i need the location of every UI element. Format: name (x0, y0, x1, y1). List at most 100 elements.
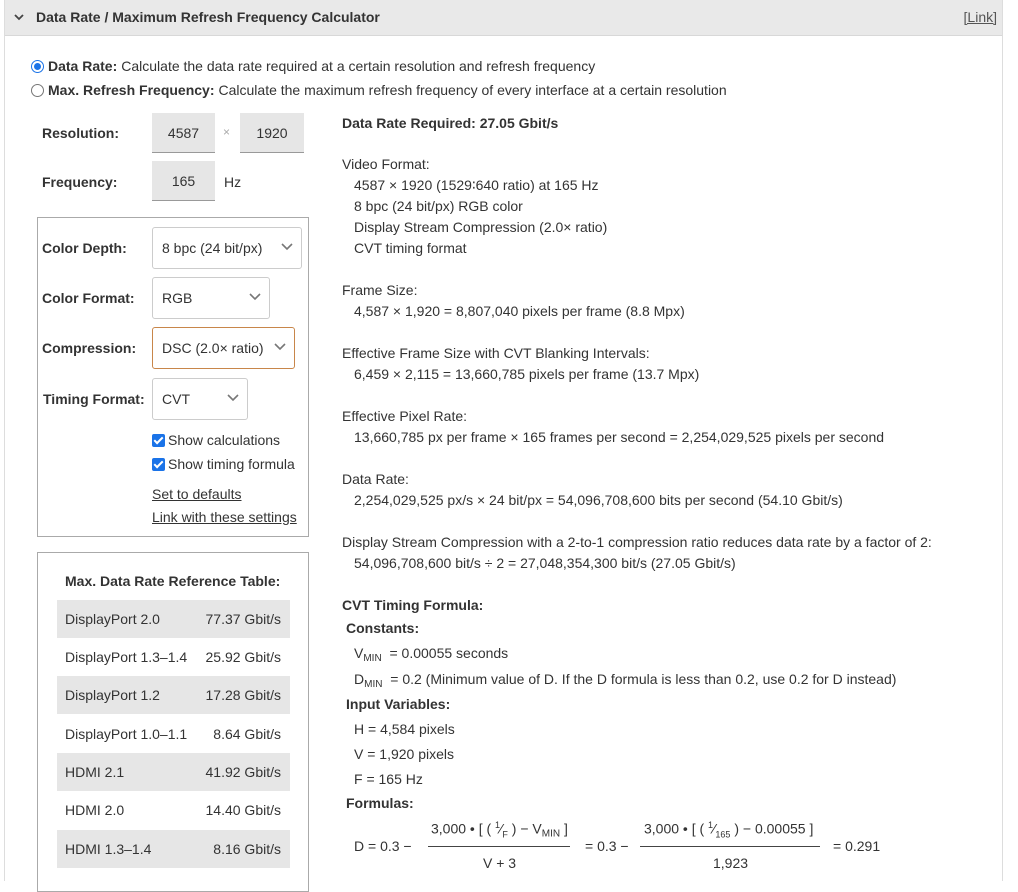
interface-rate: 8.16 Gbit/s (213, 841, 281, 857)
times-sign: × (223, 125, 231, 139)
interface-rate: 14.40 Gbit/s (205, 802, 282, 818)
table-row: HDMI 1.3–1.4 8.16 Gbit/s (57, 830, 290, 868)
numerator-text: ) − V (507, 820, 542, 837)
d-formula-denominator-2: 1,923 (713, 855, 749, 871)
set-defaults-link[interactable]: Set to defaults (152, 486, 242, 502)
formulas-label: Formulas: (346, 795, 414, 811)
checkbox-checked-icon[interactable] (152, 433, 165, 447)
data-rate-required: Data Rate Required: 27.05 Gbit/s (342, 115, 559, 131)
video-format-line: 4587 × 1920 (1529∶640 ratio) at 165 Hz (354, 177, 599, 193)
show-timing-formula-checkbox[interactable]: Show timing formula (152, 455, 295, 473)
mode-data-rate-label: Data Rate: (48, 58, 118, 74)
numerator-text: 165 (715, 829, 731, 840)
interface-rate: 8.64 Gbit/s (213, 726, 281, 742)
constants-label: Constants: (346, 620, 420, 636)
d-formula-numerator: 3,000 • [ ( 1⁄F ) − VMIN ] (431, 820, 568, 840)
d-formula-result: = 0.291 (833, 838, 881, 854)
mode-data-rate-desc: Calculate the data rate required at a ce… (121, 58, 596, 74)
h-variable: H = 4,584 pixels (354, 721, 455, 737)
effective-frame-label: Effective Frame Size with CVT Blanking I… (342, 345, 650, 361)
color-depth-label: Color Depth: (42, 240, 127, 256)
chevron-down-icon (249, 293, 261, 301)
mode-max-refresh[interactable]: Max. Refresh Frequency: Calculate the ma… (31, 80, 727, 100)
width-input[interactable]: 4587 (152, 113, 215, 153)
checkbox-checked-icon[interactable] (152, 457, 165, 471)
video-format-line: 8 bpc (24 bit/px) RGB color (354, 198, 523, 214)
color-format-label: Color Format: (42, 290, 135, 306)
mode-max-refresh-desc: Calculate the maximum refresh frequency … (218, 82, 727, 98)
interface-rate: 77.37 Gbit/s (205, 611, 282, 627)
dsc-label: Display Stream Compression with a 2-to-1… (342, 534, 932, 550)
link-settings-link[interactable]: Link with these settings (152, 509, 297, 525)
compression-select[interactable]: DSC (2.0× ratio) (152, 327, 295, 369)
table-row: DisplayPort 1.0–1.1 8.64 Gbit/s (57, 715, 290, 753)
timing-format-select[interactable]: CVT (152, 378, 248, 420)
cvt-formula-title: CVT Timing Formula: (342, 597, 484, 613)
interface-name: DisplayPort 1.0–1.1 (65, 726, 188, 742)
chevron-down-icon[interactable] (12, 10, 26, 24)
show-timing-formula-label: Show timing formula (168, 456, 295, 472)
numerator-text: ) − 0.00055 ] (730, 820, 814, 837)
color-format-select[interactable]: RGB (152, 277, 270, 319)
interface-rate: 17.28 Gbit/s (205, 687, 282, 703)
frequency-label: Frequency: (42, 174, 118, 190)
reference-table-box: Max. Data Rate Reference Table: DisplayP… (37, 552, 309, 892)
fraction-line (428, 846, 570, 847)
timing-format-label: Timing Format: (43, 391, 145, 407)
compression-value: DSC (2.0× ratio) (162, 340, 264, 356)
chevron-down-icon (281, 243, 293, 251)
interface-name: HDMI 2.0 (65, 802, 125, 818)
show-calculations-label: Show calculations (168, 432, 281, 448)
pixel-rate-value: 13,660,785 px per frame × 165 frames per… (354, 429, 885, 445)
color-format-value: RGB (162, 290, 193, 306)
d-formula-denominator: V + 3 (483, 855, 517, 871)
radio-max-refresh[interactable] (31, 83, 44, 97)
panel-title: Data Rate / Maximum Refresh Frequency Ca… (36, 9, 380, 25)
d-formula-lhs: D = 0.3 − (354, 838, 412, 854)
fraction-line (640, 846, 820, 847)
frequency-unit: Hz (224, 174, 242, 190)
interface-name: DisplayPort 2.0 (65, 611, 160, 627)
dmin-symbol: D (354, 671, 365, 687)
height-input[interactable]: 1920 (240, 113, 304, 153)
frequency-input[interactable]: 165 (152, 161, 215, 201)
numerator-text: ] (560, 820, 568, 837)
table-row: HDMI 2.0 14.40 Gbit/s (57, 791, 290, 829)
reference-table-title: Max. Data Rate Reference Table: (65, 573, 281, 589)
video-format-line: Display Stream Compression (2.0× ratio) (354, 219, 608, 235)
chevron-down-icon (227, 394, 239, 402)
panel-header[interactable]: Data Rate / Maximum Refresh Frequency Ca… (5, 0, 1002, 36)
color-depth-select[interactable]: 8 bpc (24 bit/px) (152, 227, 302, 269)
table-row: DisplayPort 1.2 17.28 Gbit/s (57, 676, 290, 714)
effective-frame-value: 6,459 × 2,115 = 13,660,785 pixels per fr… (354, 366, 700, 382)
input-variables-label: Input Variables: (346, 696, 451, 712)
dmin-value: = 0.2 (Minimum value of D. If the D form… (390, 671, 897, 687)
permalink[interactable]: [Link] (964, 9, 997, 25)
d-formula-mid: = 0.3 − (585, 838, 629, 854)
d-formula-numerator-2: 3,000 • [ ( 1⁄165 ) − 0.00055 ] (644, 820, 813, 839)
v-variable: V = 1,920 pixels (354, 746, 455, 762)
numerator-text: 3,000 • [ ( (431, 820, 496, 837)
vmin-constant: VMIN = 0.00055 seconds (354, 645, 508, 664)
vmin-symbol: V (354, 645, 364, 661)
video-format-label: Video Format: (342, 156, 430, 172)
show-calculations-checkbox[interactable]: Show calculations (152, 431, 280, 449)
mode-data-rate[interactable]: Data Rate: Calculate the data rate requi… (31, 56, 595, 76)
interface-name: HDMI 2.1 (65, 764, 125, 780)
interface-rate: 25.92 Gbit/s (205, 649, 282, 665)
numerator-text: 3,000 • [ ( (644, 820, 709, 837)
numerator-subscript: MIN (541, 828, 561, 840)
mode-max-refresh-label: Max. Refresh Frequency: (48, 82, 215, 98)
data-rate-label: Data Rate: (342, 471, 409, 487)
frame-size-label: Frame Size: (342, 282, 418, 298)
interface-name: DisplayPort 1.3–1.4 (65, 649, 188, 665)
table-row: HDMI 2.1 41.92 Gbit/s (57, 753, 290, 791)
interface-rate: 41.92 Gbit/s (205, 764, 282, 780)
video-format-line: CVT timing format (354, 240, 467, 256)
timing-format-value: CVT (162, 391, 190, 407)
vmin-subscript: MIN (363, 653, 382, 664)
interface-name: HDMI 1.3–1.4 (65, 841, 152, 857)
color-depth-value: 8 bpc (24 bit/px) (162, 240, 263, 256)
pixel-rate-label: Effective Pixel Rate: (342, 408, 468, 424)
radio-data-rate[interactable] (31, 59, 44, 73)
